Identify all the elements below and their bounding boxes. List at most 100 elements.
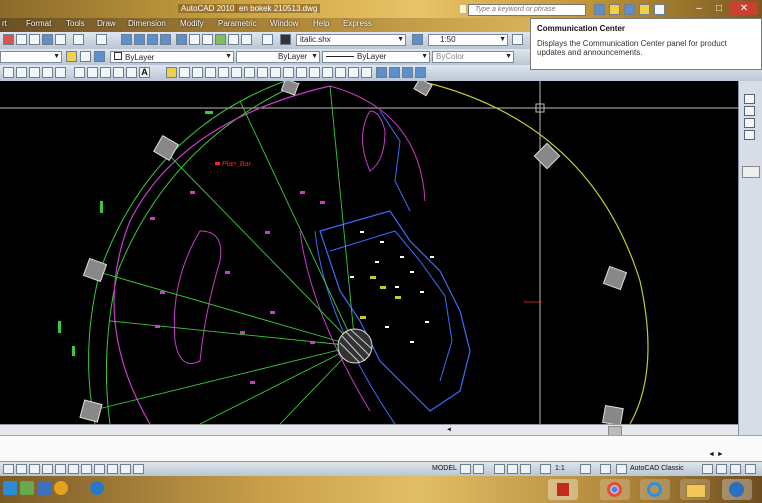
copy-icon[interactable]: [16, 34, 27, 45]
break-icon[interactable]: [309, 67, 320, 78]
menu-item-modify[interactable]: Modify: [180, 19, 204, 28]
close-button[interactable]: ✕: [730, 2, 758, 15]
taskbar-app-icon[interactable]: [20, 481, 34, 495]
zoom-window-icon[interactable]: [147, 34, 158, 45]
stretch-icon[interactable]: [270, 67, 281, 78]
arc-icon[interactable]: [29, 67, 40, 78]
hardware-acceleration-icon[interactable]: [716, 464, 727, 474]
menu-item-tools[interactable]: Tools: [66, 19, 85, 28]
model-space-label[interactable]: MODEL: [432, 465, 457, 472]
dimension-angular-icon[interactable]: [415, 67, 426, 78]
help-icon[interactable]: [654, 4, 665, 15]
match-properties-icon[interactable]: [42, 34, 53, 45]
zoom-previous-icon[interactable]: [160, 34, 171, 45]
quickcalc-icon[interactable]: [241, 34, 252, 45]
help-search-input[interactable]: Type a keyword or phrase: [468, 4, 586, 16]
subscription-center-icon[interactable]: [609, 4, 620, 15]
paste-icon[interactable]: [29, 34, 40, 45]
revcloud-icon[interactable]: [42, 67, 53, 78]
extend-icon[interactable]: [296, 67, 307, 78]
layer-properties-icon[interactable]: [66, 51, 77, 62]
dynamic-input-icon[interactable]: [94, 464, 105, 474]
palette-icon-3[interactable]: [744, 118, 755, 128]
ortho-mode-icon[interactable]: [29, 464, 40, 474]
menu-item-parametric[interactable]: Parametric: [218, 19, 257, 28]
mirror-icon[interactable]: [192, 67, 203, 78]
workspace-combo[interactable]: ▼: [0, 51, 62, 63]
menu-item-dimension[interactable]: Dimension: [128, 19, 166, 28]
table-icon[interactable]: [126, 67, 137, 78]
menu-item-insert[interactable]: rt: [2, 19, 7, 28]
make-current-icon[interactable]: [80, 51, 91, 62]
binoculars-icon[interactable]: [594, 4, 605, 15]
drawing-canvas[interactable]: Plan_Bar Boulevard: [0, 77, 738, 427]
table-style-icon[interactable]: [512, 34, 523, 45]
menu-item-help[interactable]: Help: [313, 19, 329, 28]
help-toolbar-icon[interactable]: [262, 34, 273, 45]
maximize-button[interactable]: □: [710, 2, 728, 15]
sheet-set-icon[interactable]: [215, 34, 226, 45]
minimize-button[interactable]: –: [690, 2, 708, 15]
auto-scale-icon[interactable]: [600, 464, 611, 474]
taskbar-app-icon[interactable]: [54, 481, 68, 495]
annotation-scale-value[interactable]: 1:1: [555, 465, 565, 472]
zoom-status-icon[interactable]: [507, 464, 518, 474]
grid-display-icon[interactable]: [16, 464, 27, 474]
steering-wheel-icon[interactable]: [520, 464, 531, 474]
lock-icon[interactable]: [702, 464, 713, 474]
text-style-icon[interactable]: [280, 34, 291, 45]
quick-view-icon[interactable]: [473, 464, 484, 474]
menu-item-window[interactable]: Window: [270, 19, 298, 28]
text-style-combo[interactable]: italic.shx ▼: [296, 34, 406, 46]
markup-icon[interactable]: [228, 34, 239, 45]
taskbar-explorer-button[interactable]: [680, 479, 710, 500]
taskbar-autocad-button[interactable]: [722, 479, 752, 500]
zoom-realtime-icon[interactable]: [134, 34, 145, 45]
taskbar-chrome-button[interactable]: [600, 479, 630, 500]
dynamic-ucs-icon[interactable]: [81, 464, 92, 474]
layer-combo[interactable]: ByLayer ▼: [110, 51, 234, 63]
palette-icon-2[interactable]: [744, 106, 755, 116]
erase-icon[interactable]: [166, 67, 177, 78]
selection-cycling-icon[interactable]: [133, 464, 144, 474]
polyline-icon[interactable]: [3, 67, 14, 78]
polar-tracking-icon[interactable]: [42, 464, 53, 474]
dimension-aligned-icon[interactable]: [389, 67, 400, 78]
taskbar-app-icon[interactable]: [3, 481, 17, 495]
communication-center-icon[interactable]: [624, 4, 635, 15]
move-icon[interactable]: [231, 67, 242, 78]
explode-icon[interactable]: [361, 67, 372, 78]
plotstyle-combo[interactable]: ByColor ▼: [432, 51, 514, 63]
menu-item-express[interactable]: Express: [343, 19, 372, 28]
circle-icon[interactable]: [16, 67, 27, 78]
isolate-objects-icon[interactable]: [730, 464, 741, 474]
trim-icon[interactable]: [283, 67, 294, 78]
linetype-combo[interactable]: ByLayer ▼: [322, 51, 430, 63]
rotate-icon[interactable]: [244, 67, 255, 78]
dimension-linear-icon[interactable]: [376, 67, 387, 78]
taskbar-ie-button[interactable]: [640, 479, 670, 500]
spline-icon[interactable]: [55, 67, 66, 78]
command-line[interactable]: ◄ ►: [0, 435, 762, 462]
chamfer-icon[interactable]: [335, 67, 346, 78]
redo-icon[interactable]: [96, 34, 107, 45]
layer-previous-icon[interactable]: [94, 51, 105, 62]
palette-icon-4[interactable]: [744, 130, 755, 140]
array-icon[interactable]: [218, 67, 229, 78]
taskbar-acrobat-button[interactable]: [548, 479, 578, 500]
pan-status-icon[interactable]: [494, 464, 505, 474]
dimension-radius-icon[interactable]: [402, 67, 413, 78]
insert-block-icon[interactable]: [74, 67, 85, 78]
block-editor-icon[interactable]: [55, 34, 66, 45]
scroll-left-arrow-icon[interactable]: ◄: [446, 427, 452, 433]
command-scroll-icon[interactable]: ◄ ►: [708, 451, 724, 458]
menu-item-draw[interactable]: Draw: [97, 19, 116, 28]
lineweight-icon[interactable]: [107, 464, 118, 474]
region-icon[interactable]: [113, 67, 124, 78]
taskbar-app-icon[interactable]: [90, 481, 104, 495]
join-icon[interactable]: [322, 67, 333, 78]
workspace-name[interactable]: AutoCAD Classic: [630, 465, 684, 472]
multiline-text-icon[interactable]: A: [139, 67, 150, 78]
favorites-star-icon[interactable]: [639, 4, 650, 15]
hatch-icon[interactable]: [100, 67, 111, 78]
